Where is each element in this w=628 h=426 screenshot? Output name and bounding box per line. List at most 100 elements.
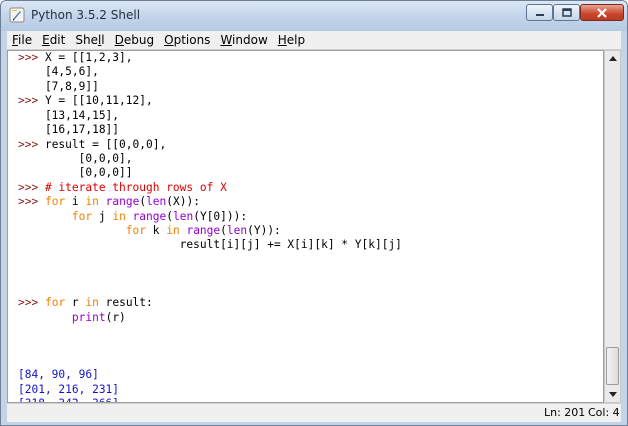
window-title: Python 3.5.2 Shell xyxy=(31,8,141,22)
shell-line xyxy=(18,267,25,280)
shell-line xyxy=(18,354,25,367)
shell-line: for k in range(len(Y)): xyxy=(18,224,281,237)
shell-line xyxy=(18,339,25,352)
code-token: len xyxy=(146,195,167,209)
code-token: for xyxy=(71,209,93,223)
shell-line: >>> for r in result: xyxy=(18,296,153,309)
menu-options[interactable]: Options xyxy=(159,33,215,47)
menu-edit[interactable]: Edit xyxy=(37,33,70,47)
menu-bar: File Edit Shell Debug Options Window Help xyxy=(7,31,621,50)
minimize-button[interactable] xyxy=(526,4,553,21)
shell-line: for j in range(len(Y[0])): xyxy=(18,210,247,223)
code-token: in xyxy=(85,195,99,209)
code-token: [13,14,15], xyxy=(18,108,120,122)
code-token: result = [[0,0,0], xyxy=(44,137,167,151)
code-token: r xyxy=(65,296,86,310)
prompt: >>> xyxy=(18,94,45,108)
prompt: >>> xyxy=(18,180,45,194)
code-token: [0,0,0]] xyxy=(18,166,133,180)
line-indicator: Ln: 201 xyxy=(544,406,586,419)
prompt: >>> xyxy=(18,51,45,64)
scrollbar-thumb[interactable] xyxy=(606,347,619,385)
menu-shell[interactable]: Shell xyxy=(70,33,109,47)
menu-debug[interactable]: Debug xyxy=(110,33,159,47)
shell-line: [16,17,18]] xyxy=(18,123,119,136)
status-bar: Ln: 201 Col: 4 xyxy=(7,403,621,422)
code-token: range xyxy=(186,224,221,238)
code-token: (X)): xyxy=(166,195,200,209)
maximize-button[interactable] xyxy=(553,4,580,21)
scroll-up-arrow-icon xyxy=(608,56,617,61)
code-token: [16,17,18]] xyxy=(18,123,120,137)
code-token: j xyxy=(92,209,113,223)
shell-line: print(r) xyxy=(18,311,126,324)
prompt: >>> xyxy=(18,296,45,310)
shell-line xyxy=(18,325,25,338)
code-token: # iterate through rows of X xyxy=(44,180,227,194)
shell-line: >>> Y = [[10,11,12], xyxy=(18,94,153,107)
maximize-icon xyxy=(561,8,572,17)
menu-window[interactable]: Window xyxy=(215,33,272,47)
shell-line: [0,0,0], xyxy=(18,152,133,165)
column-indicator: Col: 4 xyxy=(588,406,620,419)
shell-line: >>> result = [[0,0,0], xyxy=(18,138,166,151)
code-token: print xyxy=(71,310,106,324)
code-token: ( xyxy=(220,224,227,238)
shell-line xyxy=(18,282,25,295)
scroll-up-button[interactable] xyxy=(605,51,620,66)
shell-line: >>> X = [[1,2,3], xyxy=(18,51,133,64)
shell-line: >>> # iterate through rows of X xyxy=(18,181,227,194)
code-token: len xyxy=(226,224,248,238)
shell-line: [7,8,9]] xyxy=(18,80,99,93)
code-token: (r) xyxy=(105,310,126,324)
shell-line: result[i][j] += X[i][k] * Y[k][j] xyxy=(18,238,402,251)
shell-line: [201, 216, 231] xyxy=(18,383,119,396)
code-token: for xyxy=(44,296,66,310)
code-token: in xyxy=(112,209,126,223)
shell-line: [13,14,15], xyxy=(18,109,119,122)
shell-line: [0,0,0]] xyxy=(18,166,133,179)
menu-help[interactable]: Help xyxy=(273,33,310,47)
close-button[interactable] xyxy=(580,4,624,21)
menu-file[interactable]: File xyxy=(7,33,37,47)
close-icon xyxy=(597,7,607,18)
code-token: ( xyxy=(166,209,173,223)
code-token: k xyxy=(146,224,167,238)
title-bar[interactable]: Python 3.5.2 Shell xyxy=(1,1,627,31)
shell-line: >>> for i in range(len(X)): xyxy=(18,195,200,208)
code-token: for xyxy=(125,224,146,238)
code-token: [0,0,0], xyxy=(18,151,133,165)
code-token: [4,5,6], xyxy=(18,65,99,79)
vertical-scrollbar[interactable] xyxy=(604,50,621,403)
prompt: >>> xyxy=(18,137,45,151)
shell-line xyxy=(18,253,25,266)
idle-shell-window: Python 3.5.2 Shell File Edit Shell Debug Opt… xyxy=(0,0,628,426)
code-token: [7,8,9]] xyxy=(18,79,99,93)
code-token: in xyxy=(85,296,99,310)
prompt: >>> xyxy=(18,195,45,209)
shell-output[interactable]: >>> X = [[1,2,3], [4,5,6], [7,8,9]] >>> … xyxy=(18,51,402,402)
code-token: Y = [[10,11,12], xyxy=(44,94,153,108)
scroll-down-arrow-icon xyxy=(608,392,617,397)
code-token: range xyxy=(132,209,167,223)
shell-text-area[interactable]: >>> X = [[1,2,3], [4,5,6], [7,8,9]] >>> … xyxy=(7,50,604,403)
code-token: result[i][j] += X[i][k] * Y[k][j] xyxy=(18,238,402,252)
code-token: (Y)): xyxy=(247,224,281,238)
python-feather-icon xyxy=(9,7,25,23)
code-token: X = [[1,2,3], xyxy=(44,51,133,64)
code-token: result: xyxy=(98,296,153,310)
scroll-down-button[interactable] xyxy=(605,387,620,402)
shell-line: [84, 90, 96] xyxy=(18,368,99,381)
minimize-icon xyxy=(535,13,544,16)
output-text: [201, 216, 231] xyxy=(18,382,120,396)
shell-line: [4,5,6], xyxy=(18,65,99,78)
code-token: in xyxy=(166,224,180,238)
code-token: range xyxy=(105,195,140,209)
code-token: i xyxy=(65,195,86,209)
output-text: [84, 90, 96] xyxy=(18,368,99,382)
code-token: (Y[0])): xyxy=(193,209,248,223)
